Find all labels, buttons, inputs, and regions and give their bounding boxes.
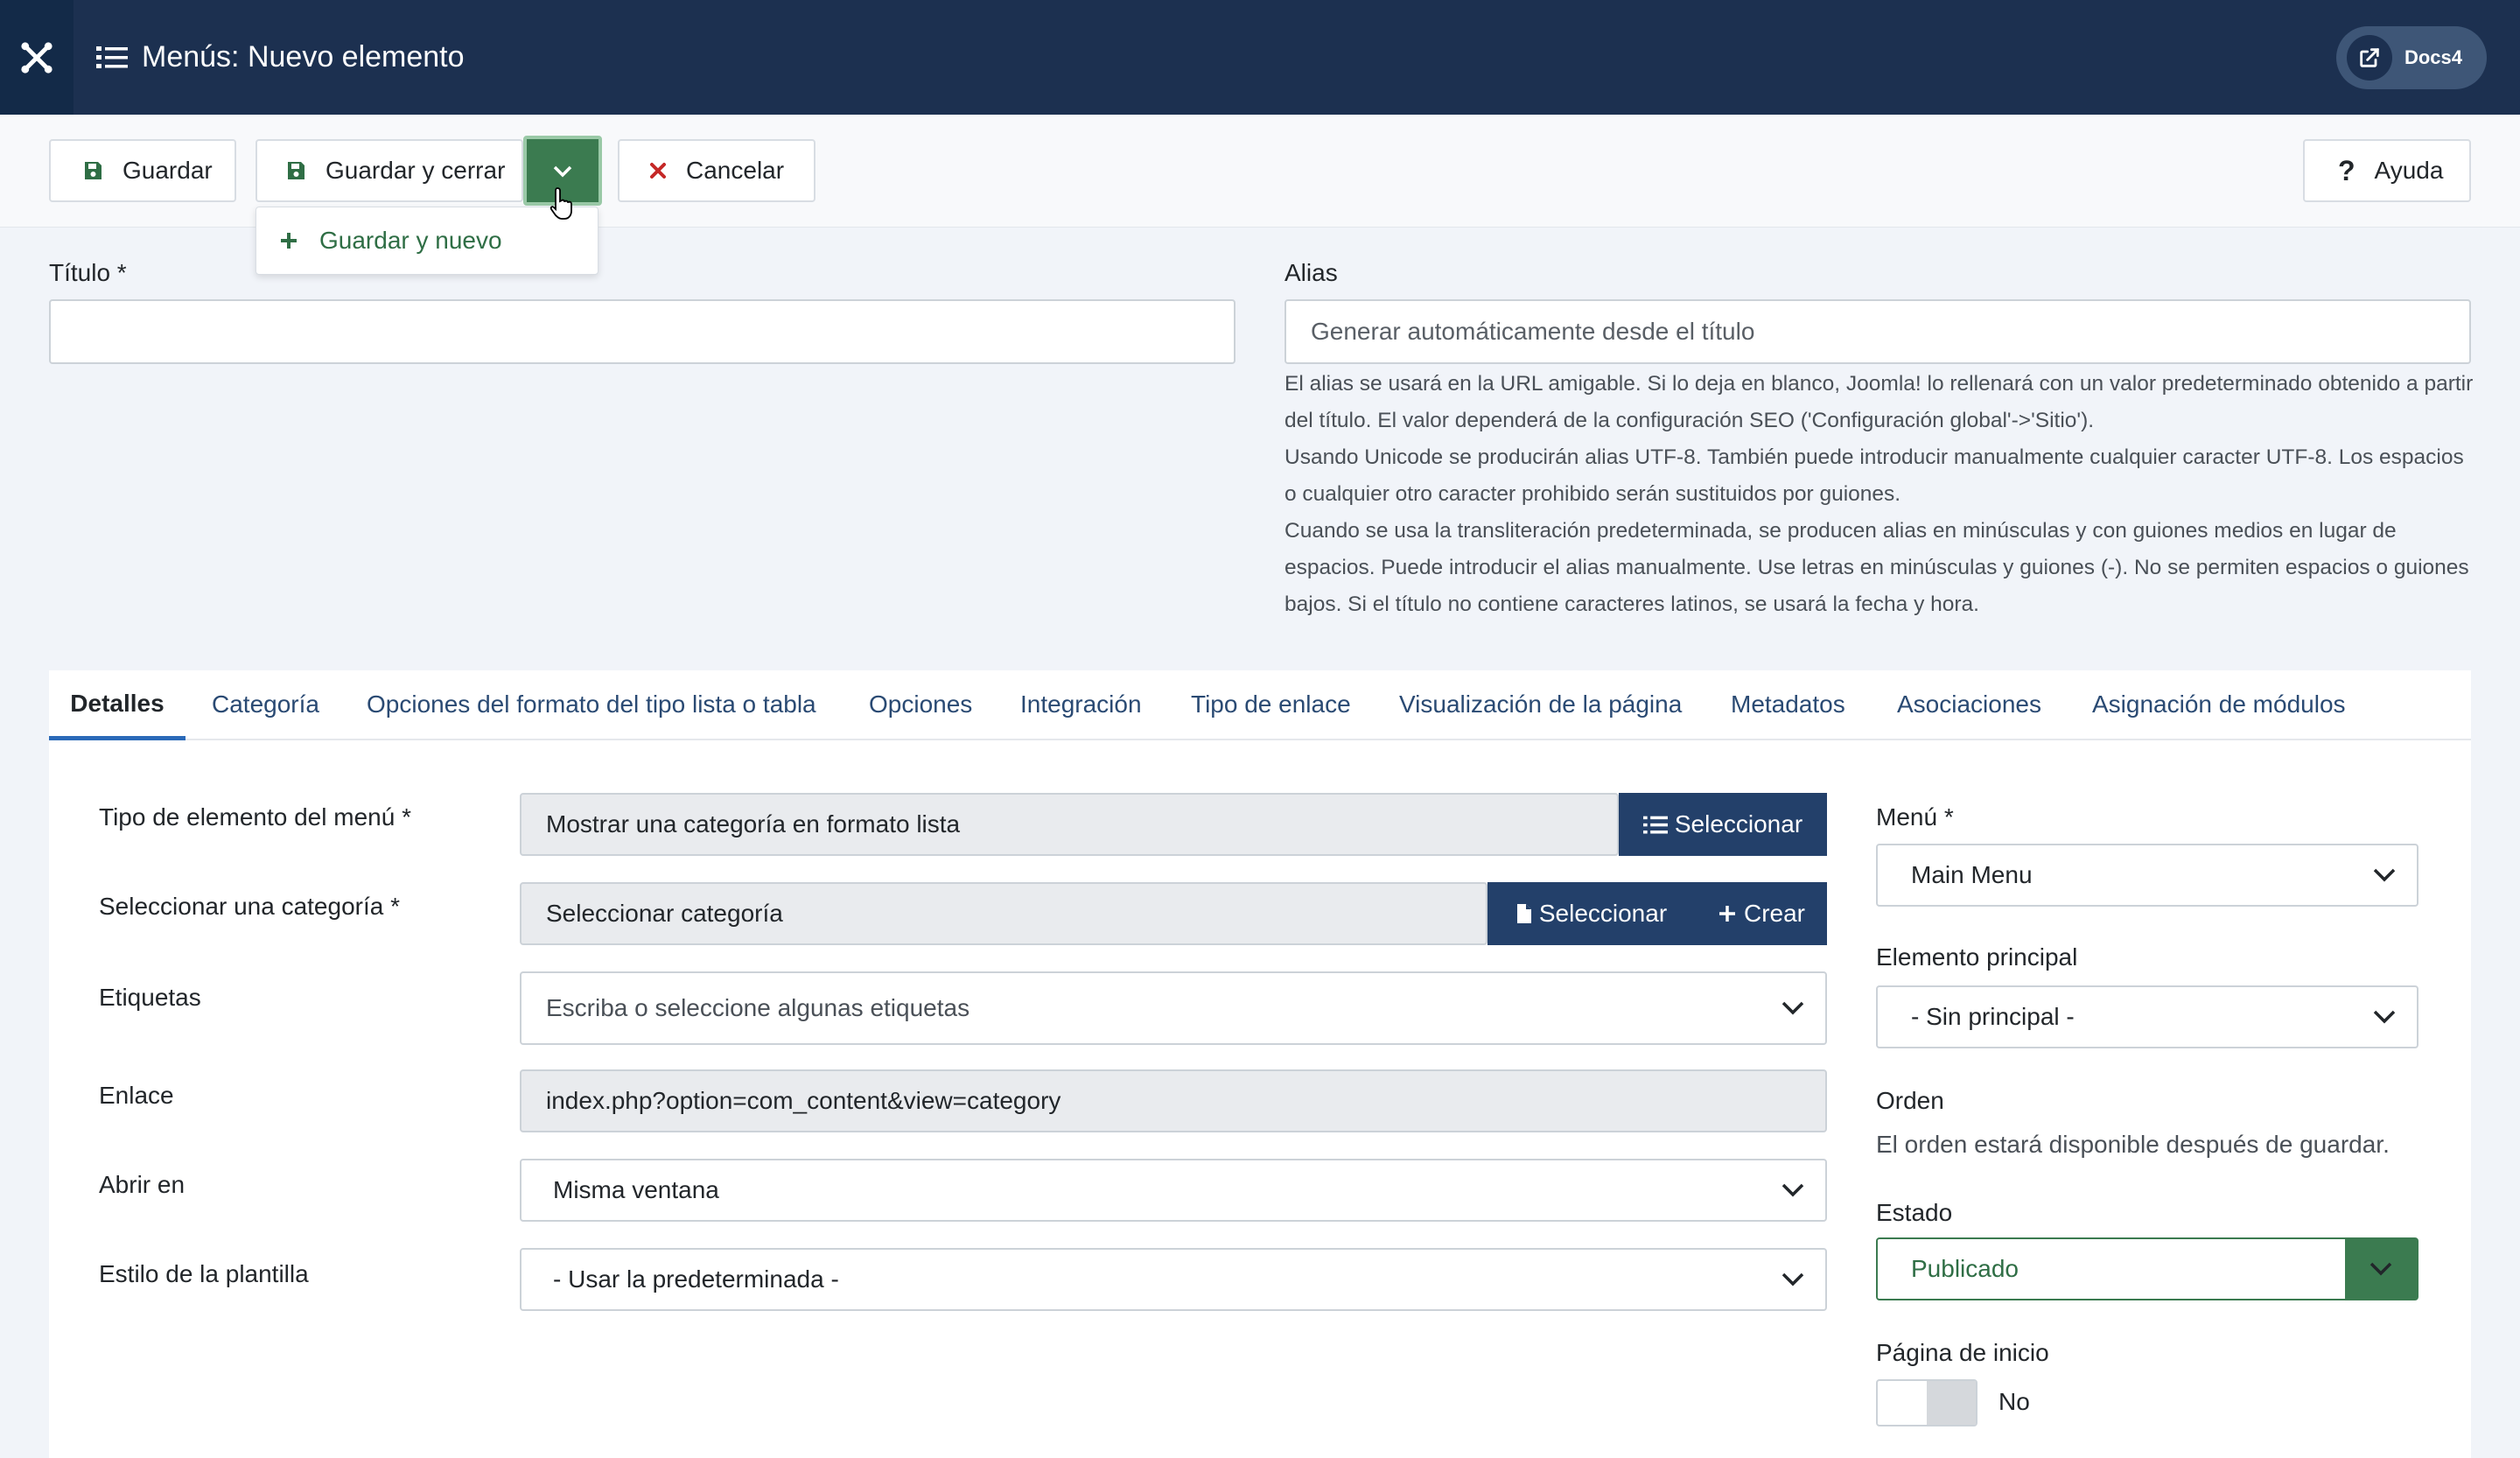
chevron-down-icon bbox=[2345, 1239, 2417, 1299]
save-close-label: Guardar y cerrar bbox=[326, 157, 506, 184]
parent-item-value: - Sin principal - bbox=[1911, 1003, 2075, 1030]
select-label: Seleccionar bbox=[1674, 810, 1803, 838]
file-icon bbox=[1516, 903, 1532, 924]
title-label: Título * bbox=[49, 259, 127, 286]
template-style-select[interactable]: - Usar la predeterminada - bbox=[520, 1248, 1827, 1311]
alias-input[interactable]: Generar automáticamente desde el título bbox=[1284, 299, 2471, 364]
page-title: Menús: Nuevo elemento bbox=[96, 0, 465, 115]
tab-asignacion-modulos[interactable]: Asignación de módulos bbox=[2092, 670, 2346, 739]
link-label: Enlace bbox=[99, 1082, 174, 1109]
external-link-icon bbox=[2346, 35, 2392, 81]
category-label: Seleccionar una categoría * bbox=[99, 893, 400, 920]
home-page-label: Página de inicio bbox=[1876, 1339, 2049, 1366]
tags-label: Etiquetas bbox=[99, 984, 201, 1011]
toggle-knob bbox=[1927, 1381, 1976, 1425]
tab-bar: Detalles Categoría Opciones del formato … bbox=[49, 670, 2471, 740]
category-value: Seleccionar categoría bbox=[546, 900, 783, 927]
open-in-label: Abrir en bbox=[99, 1171, 186, 1198]
help-label: Ayuda bbox=[2374, 157, 2444, 184]
app-header: Menús: Nuevo elemento Docs4 bbox=[0, 0, 2520, 115]
link-value: index.php?option=com_content&view=catego… bbox=[546, 1087, 1061, 1114]
parent-item-label: Elemento principal bbox=[1876, 943, 2078, 971]
list-icon bbox=[96, 44, 128, 72]
title-input[interactable] bbox=[49, 299, 1236, 364]
chevron-down-icon bbox=[1780, 1271, 1806, 1288]
template-style-value: - Usar la predeterminada - bbox=[553, 1265, 839, 1293]
save-button[interactable]: Guardar bbox=[49, 139, 236, 202]
select-menu-type-button[interactable]: Seleccionar bbox=[1619, 793, 1827, 856]
cancel-label: Cancelar bbox=[686, 157, 785, 184]
template-style-label: Estilo de la plantilla bbox=[99, 1260, 309, 1287]
tab-visualizacion[interactable]: Visualización de la página bbox=[1399, 670, 1682, 739]
joomla-logo-icon[interactable] bbox=[0, 0, 74, 115]
tags-placeholder: Escriba o seleccione algunas etiquetas bbox=[546, 994, 970, 1021]
close-icon bbox=[649, 162, 667, 179]
save-label: Guardar bbox=[122, 157, 213, 184]
link-field: index.php?option=com_content&view=catego… bbox=[520, 1069, 1827, 1132]
menu-select[interactable]: Main Menu bbox=[1876, 844, 2418, 907]
save-and-new-menu-item[interactable]: Guardar y nuevo bbox=[256, 207, 598, 275]
tab-categoria[interactable]: Categoría bbox=[212, 670, 319, 739]
category-field: Seleccionar categoría bbox=[520, 882, 1488, 945]
tab-opciones[interactable]: Opciones bbox=[869, 670, 972, 739]
menu-type-label: Tipo de elemento del menú * bbox=[99, 803, 411, 831]
save-icon bbox=[285, 160, 306, 181]
cancel-button[interactable]: Cancelar bbox=[618, 139, 816, 202]
open-in-value: Misma ventana bbox=[553, 1176, 719, 1203]
question-icon: ? bbox=[2338, 154, 2356, 186]
select-label: Seleccionar bbox=[1538, 900, 1668, 927]
alias-label: Alias bbox=[1284, 259, 1338, 286]
docs-site-button[interactable]: Docs4 bbox=[2335, 26, 2487, 89]
tab-tipo-enlace[interactable]: Tipo de enlace bbox=[1191, 670, 1351, 739]
plus-icon bbox=[279, 231, 298, 250]
alias-help-text: El alias se usará en la URL amigable. Si… bbox=[1284, 366, 2474, 623]
plus-icon bbox=[1718, 904, 1737, 923]
chevron-down-icon bbox=[1780, 999, 1806, 1017]
status-label: Estado bbox=[1876, 1199, 1953, 1226]
alias-help-paragraph: El alias se usará en la URL amigable. Si… bbox=[1284, 372, 2474, 432]
home-page-toggle[interactable] bbox=[1876, 1379, 1978, 1426]
save-icon bbox=[82, 160, 103, 181]
order-label: Orden bbox=[1876, 1087, 1944, 1114]
tab-opciones-formato[interactable]: Opciones del formato del tipo lista o ta… bbox=[367, 670, 816, 739]
docs-label: Docs4 bbox=[2404, 46, 2462, 68]
home-page-value: No bbox=[1998, 1388, 2030, 1415]
tab-integracion[interactable]: Integración bbox=[1020, 670, 1142, 739]
chevron-down-icon bbox=[1780, 1181, 1806, 1199]
help-button[interactable]: ? Ayuda bbox=[2303, 139, 2471, 202]
order-note: El orden estará disponible después de gu… bbox=[1876, 1131, 2390, 1158]
create-label: Crear bbox=[1743, 900, 1805, 927]
parent-item-select[interactable]: - Sin principal - bbox=[1876, 985, 2418, 1048]
save-and-new-label: Guardar y nuevo bbox=[319, 227, 502, 254]
select-category-button[interactable]: Seleccionar bbox=[1488, 882, 1696, 945]
menu-type-field: Mostrar una categoría en formato lista bbox=[520, 793, 1619, 856]
status-select[interactable]: Publicado bbox=[1876, 1237, 2418, 1300]
tab-metadatos[interactable]: Metadatos bbox=[1731, 670, 1845, 739]
chevron-down-icon bbox=[2371, 1008, 2398, 1026]
menu-value: Main Menu bbox=[1911, 861, 2033, 888]
menu-type-value: Mostrar una categoría en formato lista bbox=[546, 810, 961, 838]
chevron-down-icon bbox=[552, 157, 573, 185]
status-value: Publicado bbox=[1911, 1255, 2019, 1282]
alias-help-paragraph: Usando Unicode se producirán alias UTF-8… bbox=[1284, 445, 2464, 506]
list-icon bbox=[1642, 814, 1668, 835]
create-category-button[interactable]: Crear bbox=[1696, 882, 1827, 945]
page-title-text: Menús: Nuevo elemento bbox=[142, 40, 465, 74]
alias-help-paragraph: Cuando se usa la transliteración predete… bbox=[1284, 519, 2469, 616]
open-in-select[interactable]: Misma ventana bbox=[520, 1159, 1827, 1222]
alias-placeholder: Generar automáticamente desde el título bbox=[1311, 318, 1755, 345]
tab-detalles[interactable]: Detalles bbox=[49, 670, 186, 740]
save-close-button[interactable]: Guardar y cerrar bbox=[256, 139, 523, 202]
chevron-down-icon bbox=[2371, 866, 2398, 884]
tab-asociaciones[interactable]: Asociaciones bbox=[1897, 670, 2041, 739]
menu-label: Menú * bbox=[1876, 803, 1954, 831]
tags-select[interactable]: Escriba o seleccione algunas etiquetas bbox=[520, 971, 1827, 1045]
hand-cursor-icon bbox=[550, 187, 572, 220]
item-details-card: Detalles Categoría Opciones del formato … bbox=[49, 670, 2471, 1458]
